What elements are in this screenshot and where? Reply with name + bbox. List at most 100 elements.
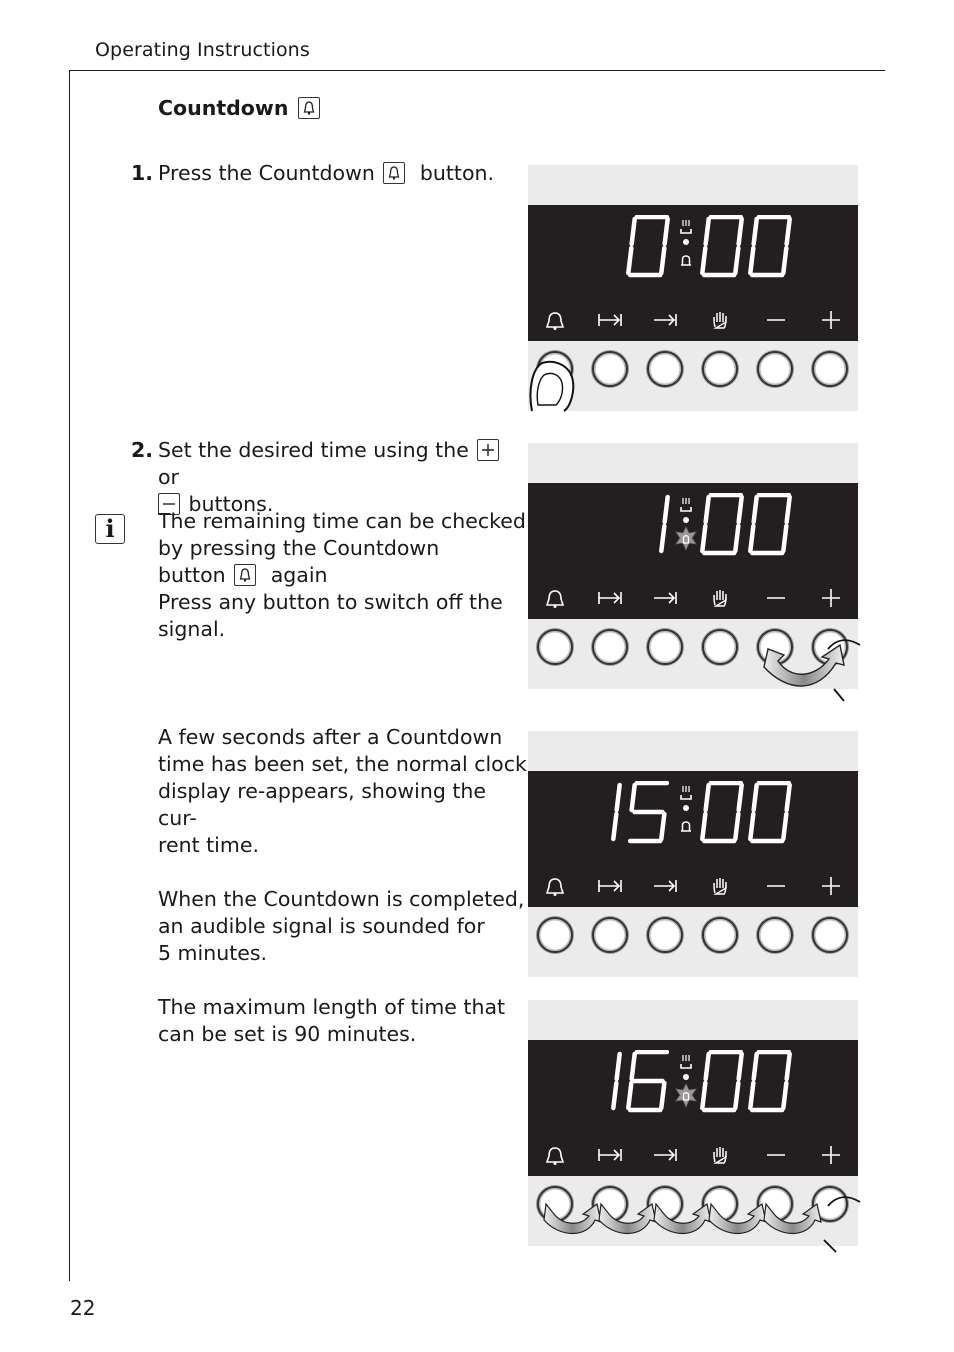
time-readout [626,214,796,285]
info-line: signal. [158,617,226,641]
info-note: The remaining time can be checked by pre… [158,508,528,643]
margin-rule [69,70,70,1281]
page-number: 22 [70,1296,96,1320]
minus-icon [767,1154,785,1156]
plus-button[interactable] [812,917,848,953]
oven-panel-3 [528,731,858,977]
digit [626,780,670,851]
digit [748,780,792,851]
minus-button[interactable] [757,629,793,665]
cooking-time-button[interactable] [647,629,683,665]
arrow-to-bar-icon [654,592,677,604]
paragraph-max-time: The maximum length of time that can be s… [158,994,528,1048]
cooking-time-button[interactable] [647,351,683,387]
step-number: 2. [131,438,154,462]
end-time-icon [598,592,622,604]
button-row [528,1176,858,1246]
step-text: or [158,465,179,489]
step-1: 1. Press the Countdown button. [131,160,528,187]
digit [578,1050,622,1120]
display-screen [528,205,858,341]
plus-button[interactable] [812,351,848,387]
info-line: again [270,563,328,587]
minus-button[interactable] [757,351,793,387]
paragraph-line: 5 minutes. [158,941,268,965]
digit [626,1049,670,1120]
bell-icon [545,590,565,608]
bell-icon [234,564,257,586]
step-text: Press the Countdown [158,161,375,185]
countdown-button[interactable] [537,1186,573,1222]
status-icons [680,220,692,266]
end-time-icon [598,880,622,892]
digit [748,1049,792,1120]
minus-button[interactable] [757,917,793,953]
oven-panel-4 [528,1000,861,1253]
paragraph-line: display re-appears, showing the cur- [158,779,487,830]
manual-button[interactable] [702,629,738,665]
plus-box-icon [477,439,500,461]
paragraph-line: rent time. [158,833,259,857]
manual-button[interactable] [702,917,738,953]
oven-panel-1 [528,165,858,412]
arrow-to-bar-icon [654,1149,677,1161]
info-line: Press any button to switch off the [158,590,503,614]
hand-icon [713,1147,727,1164]
bell-icon [383,162,406,184]
running-header: Operating Instructions [95,39,310,61]
section-title-text: Countdown [158,96,289,120]
digit [700,492,744,563]
status-icons [675,1055,697,1109]
paragraph-line: The maximum length of time that [158,995,506,1019]
step-text: button. [419,161,495,185]
digit [700,1049,744,1120]
end-time-button[interactable] [592,917,628,953]
digit [700,214,744,285]
status-icons [675,498,697,552]
step-2: 2. Set the desired time using the or but… [131,437,528,518]
digit [626,214,670,285]
countdown-button[interactable] [537,917,573,953]
manual-button[interactable] [702,351,738,387]
hand-icon [713,878,727,895]
minus-icon [767,319,785,321]
plus-icon [822,589,840,607]
arrow-to-bar-icon [654,880,677,892]
oven-panel-2 [528,443,861,702]
end-time-button[interactable] [592,351,628,387]
info-icon: i [95,514,125,544]
paragraph-signal: When the Countdown is completed, an audi… [158,886,528,967]
status-icons [680,786,692,832]
end-time-button[interactable] [592,629,628,665]
header-rule [69,70,885,71]
cooking-time-button[interactable] [647,1186,683,1222]
plus-button[interactable] [812,1186,848,1222]
plus-button[interactable] [812,629,848,665]
digit [578,781,622,851]
countdown-button[interactable] [537,351,573,387]
plus-icon [822,877,840,895]
minus-icon [767,597,785,599]
cooking-time-button[interactable] [647,917,683,953]
paragraph-line: an audible signal is sounded for [158,914,485,938]
time-readout [578,780,796,851]
end-time-button[interactable] [592,1186,628,1222]
manual-button[interactable] [702,1186,738,1222]
minus-button[interactable] [757,1186,793,1222]
end-time-icon [598,314,622,326]
step-text: Set the desired time using the [158,438,469,462]
info-line: by pressing the Countdown [158,536,440,560]
minus-icon [767,885,785,887]
end-time-icon [598,1149,622,1161]
button-row [528,907,858,977]
colon-indicator [674,781,700,847]
button-row [528,341,858,411]
bell-icon [297,97,320,119]
countdown-button[interactable] [537,629,573,665]
digit [700,780,744,851]
display-screen [528,1040,858,1176]
time-readout [626,492,796,563]
colon-indicator [674,493,700,559]
bell-icon [545,312,565,330]
paragraph-clock-reappears: A few seconds after a Countdown time has… [158,724,528,859]
